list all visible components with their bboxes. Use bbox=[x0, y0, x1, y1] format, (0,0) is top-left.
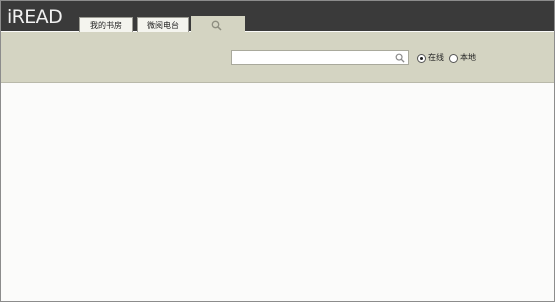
radio-local-label: 本地 bbox=[460, 53, 476, 62]
radio-local[interactable]: 本地 bbox=[449, 52, 476, 64]
app-window: iREAD 我的书房 微阅电台 在线 本地 bbox=[0, 0, 555, 302]
search-input[interactable] bbox=[231, 50, 409, 65]
title-bar: iREAD 我的书房 微阅电台 bbox=[1, 1, 554, 35]
radio-online-label: 在线 bbox=[428, 53, 444, 62]
content-area bbox=[1, 83, 554, 301]
search-icon[interactable] bbox=[395, 53, 405, 63]
radio-local-indicator[interactable] bbox=[449, 53, 458, 63]
search-icon bbox=[211, 20, 222, 31]
radio-online-indicator[interactable] bbox=[417, 53, 426, 63]
search-toolbar: 在线 本地 bbox=[1, 32, 554, 83]
radio-online[interactable]: 在线 bbox=[417, 52, 444, 64]
app-logo: iREAD bbox=[7, 6, 63, 28]
